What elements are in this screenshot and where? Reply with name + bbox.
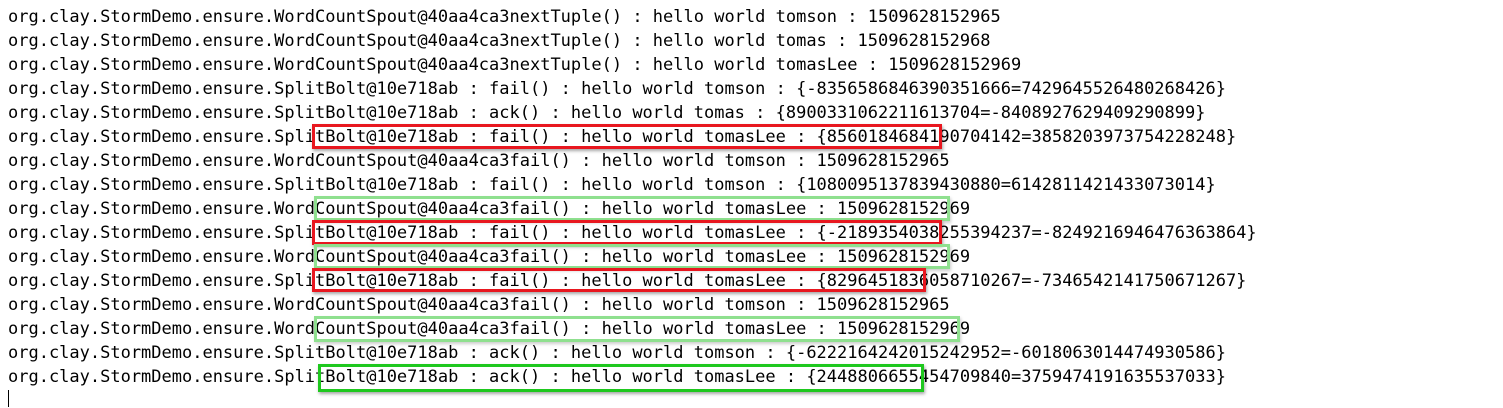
console-line: org.clay.StormDemo.ensure.SplitBolt@10e7…	[8, 367, 1226, 387]
console-output[interactable]: org.clay.StormDemo.ensure.WordCountSpout…	[0, 0, 1503, 408]
console-line: org.clay.StormDemo.ensure.WordCountSpout…	[8, 247, 971, 267]
console-line: org.clay.StormDemo.ensure.SplitBolt@10e7…	[8, 343, 1226, 363]
console-line: org.clay.StormDemo.ensure.SplitBolt@10e7…	[8, 79, 1226, 99]
console-line: org.clay.StormDemo.ensure.SplitBolt@10e7…	[8, 223, 1257, 243]
console-line: org.clay.StormDemo.ensure.WordCountSpout…	[8, 151, 950, 171]
console-line: org.clay.StormDemo.ensure.WordCountSpout…	[8, 319, 971, 339]
text-cursor	[8, 390, 9, 407]
console-line: org.clay.StormDemo.ensure.WordCountSpout…	[8, 7, 1001, 27]
console-line: org.clay.StormDemo.ensure.SplitBolt@10e7…	[8, 103, 1206, 123]
console-line: org.clay.StormDemo.ensure.SplitBolt@10e7…	[8, 175, 1216, 195]
console-line: org.clay.StormDemo.ensure.WordCountSpout…	[8, 55, 1022, 75]
console-line: org.clay.StormDemo.ensure.WordCountSpout…	[8, 295, 950, 315]
console-line: org.clay.StormDemo.ensure.WordCountSpout…	[8, 31, 991, 51]
console-line: org.clay.StormDemo.ensure.WordCountSpout…	[8, 199, 971, 219]
console-line: org.clay.StormDemo.ensure.SplitBolt@10e7…	[8, 271, 1247, 291]
console-line: org.clay.StormDemo.ensure.SplitBolt@10e7…	[8, 127, 1237, 147]
